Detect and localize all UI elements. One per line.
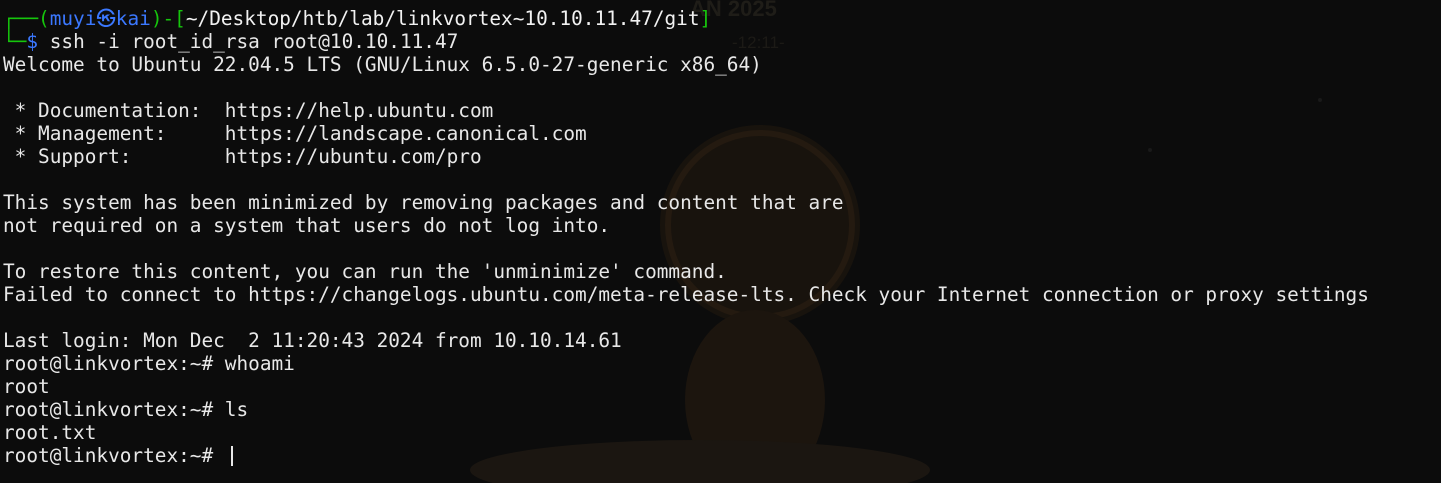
terminal-output: ┌──(muyi㉿kai)-[~/Desktop/htb/lab/linkvor… [3, 7, 1441, 467]
prompt-dollar: $ [26, 30, 39, 53]
current-prompt-line[interactable]: root@linkvortex:~# [3, 444, 1441, 467]
output-line: Welcome to Ubuntu 22.04.5 LTS (GNU/Linux… [3, 53, 762, 76]
prompt-bracket-close: ] [699, 7, 712, 30]
output-line: * Documentation: https://help.ubuntu.com [3, 99, 494, 122]
output-line: * Management: https://landscape.canonica… [3, 122, 587, 145]
output-line: root@linkvortex:~# ls [3, 398, 249, 421]
command-text: ssh -i root_id_rsa root@10.10.11.47 [38, 30, 459, 53]
text-cursor[interactable] [230, 446, 233, 466]
output-line: Failed to connect to https://changelogs.… [3, 283, 1369, 306]
terminal-window[interactable]: AN 2025 -12:11- ┌──(muyi㉿kai)-[~/Desktop… [0, 0, 1441, 483]
prompt-skull-icon: ㉿ [96, 7, 116, 30]
prompt-command-line: └─$ ssh -i root_id_rsa root@10.10.11.47 [3, 30, 1441, 53]
prompt-corner-bottom: └─ [3, 30, 27, 53]
output-line: This system has been minimized by removi… [3, 191, 844, 214]
output-line: root [3, 375, 50, 398]
prompt-bracket-open: )-[ [150, 7, 186, 30]
output-line: To restore this content, you can run the… [3, 260, 727, 283]
output-line: root@linkvortex:~# whoami [3, 352, 295, 375]
output-line: root.txt [3, 421, 97, 444]
prompt-header-line: ┌──(muyi㉿kai)-[~/Desktop/htb/lab/linkvor… [3, 7, 1441, 30]
output-line: not required on a system that users do n… [3, 214, 611, 237]
prompt-user: muyi [49, 7, 97, 30]
output-line: Last login: Mon Dec 2 11:20:43 2024 from… [3, 329, 622, 352]
prompt-path: ~/Desktop/htb/lab/linkvortex~10.10.11.47… [185, 7, 700, 30]
current-prompt: root@linkvortex:~# [3, 444, 225, 467]
prompt-corner-top: ┌──( [3, 7, 50, 30]
prompt-host: kai [115, 7, 151, 30]
output-line: * Support: https://ubuntu.com/pro [3, 145, 482, 168]
